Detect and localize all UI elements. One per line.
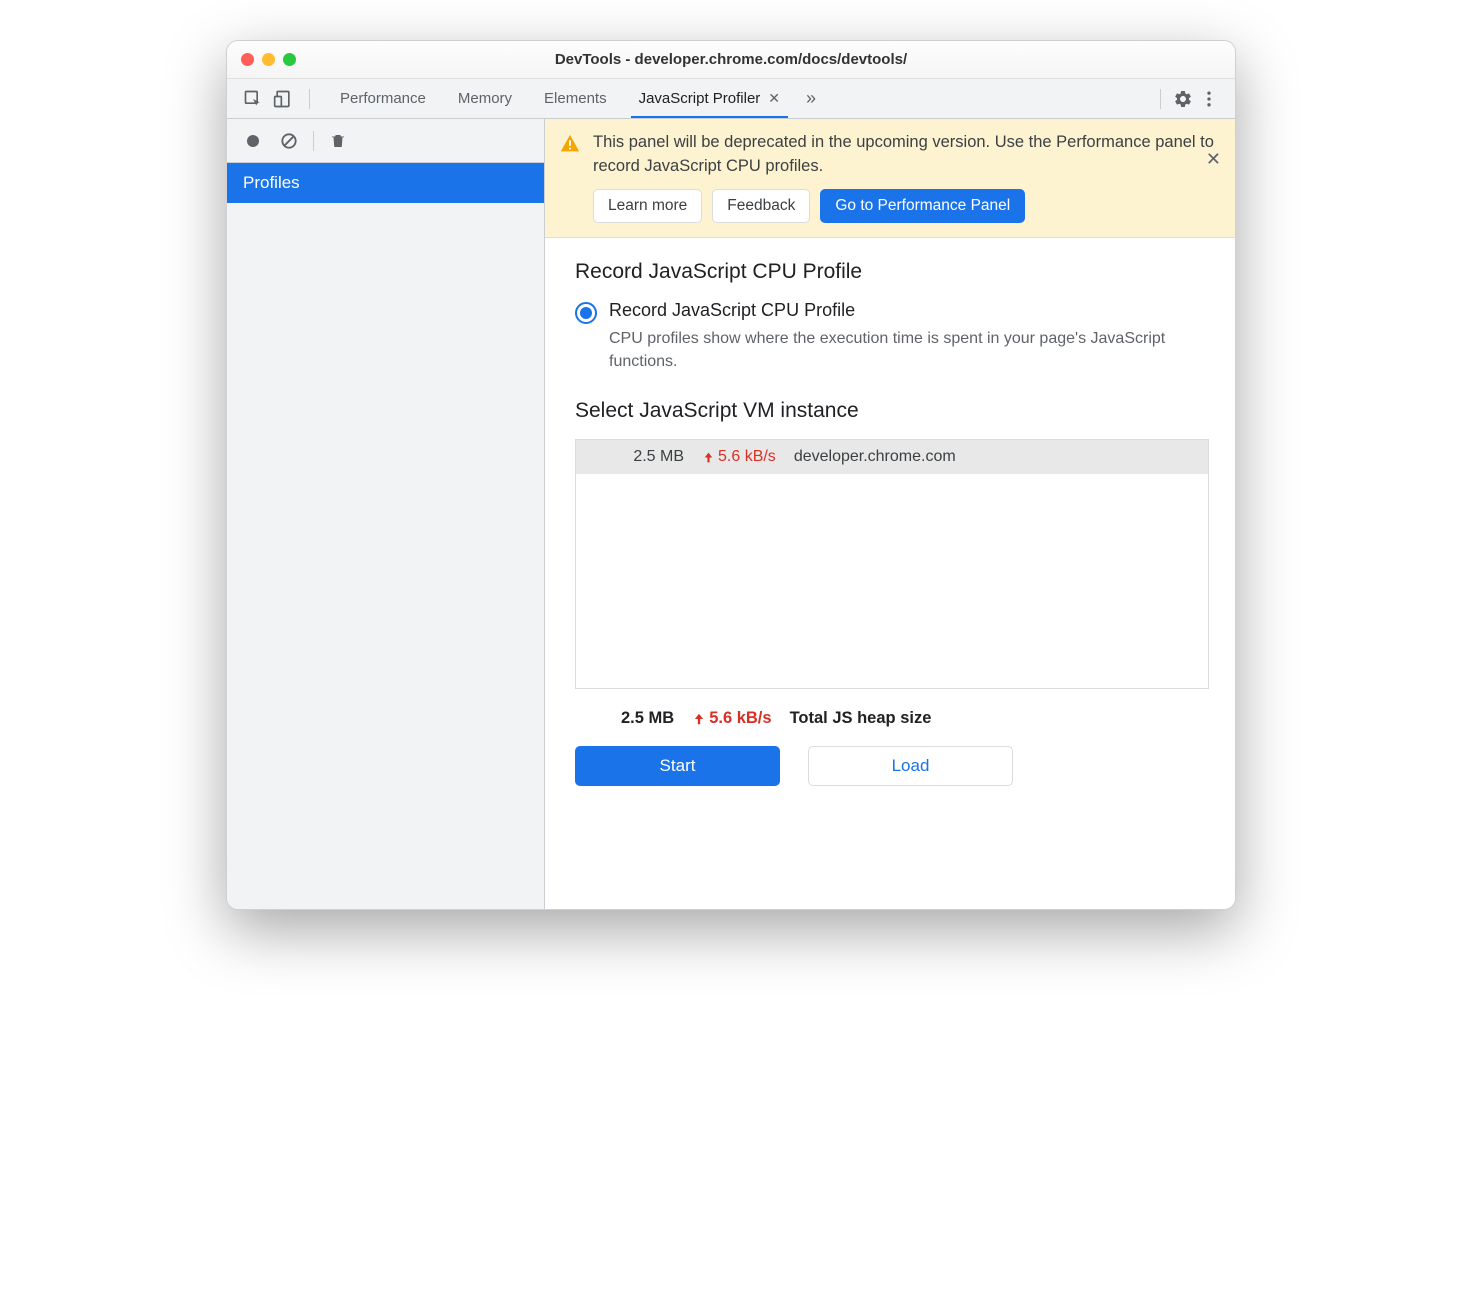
button-label: Start — [660, 756, 696, 776]
clear-button[interactable] — [273, 125, 305, 157]
totals-rate: 5.6 kB/s — [692, 709, 771, 728]
tab-label: JavaScript Profiler — [639, 90, 761, 107]
button-label: Learn more — [608, 197, 687, 215]
totals-size: 2.5 MB — [621, 709, 674, 728]
sidebar-item-profiles[interactable]: Profiles — [227, 163, 544, 203]
vm-url: developer.chrome.com — [794, 448, 956, 466]
arrow-up-icon — [692, 712, 706, 726]
tab-elements[interactable]: Elements — [528, 79, 623, 118]
button-label: Feedback — [727, 197, 795, 215]
gear-icon[interactable] — [1173, 89, 1193, 109]
totals-row: 2.5 MB 5.6 kB/s Total JS heap size — [575, 705, 1209, 746]
tab-performance[interactable]: Performance — [324, 79, 442, 118]
record-button[interactable] — [237, 125, 269, 157]
tab-label: Elements — [544, 90, 607, 107]
device-toolbar-icon[interactable] — [273, 89, 293, 109]
titlebar: DevTools - developer.chrome.com/docs/dev… — [227, 41, 1235, 79]
tab-label: Memory — [458, 90, 512, 107]
radio-icon — [575, 302, 597, 324]
kebab-menu-icon[interactable] — [1199, 89, 1219, 109]
totals-label: Total JS heap size — [790, 709, 932, 728]
tabs: Performance Memory Elements JavaScript P… — [324, 79, 796, 118]
profile-type-radio[interactable]: Record JavaScript CPU Profile CPU profil… — [575, 300, 1209, 373]
divider — [309, 89, 310, 109]
totals-rate-value: 5.6 kB/s — [709, 709, 771, 728]
action-row: Start Load — [575, 746, 1209, 786]
devtools-window: DevTools - developer.chrome.com/docs/dev… — [226, 40, 1236, 910]
divider — [1160, 89, 1161, 109]
content: Profiles This panel will be deprecated i… — [227, 119, 1235, 909]
banner-actions: Learn more Feedback Go to Performance Pa… — [593, 189, 1221, 223]
tabstrip: Performance Memory Elements JavaScript P… — [227, 79, 1235, 119]
button-label: Go to Performance Panel — [835, 197, 1010, 215]
panel-body: Record JavaScript CPU Profile Record Jav… — [545, 238, 1235, 909]
banner-body: This panel will be deprecated in the upc… — [593, 131, 1221, 223]
tab-label: Performance — [340, 90, 426, 107]
vm-instance-list: 2.5 MB 5.6 kB/s developer.chrome.com — [575, 439, 1209, 689]
learn-more-button[interactable]: Learn more — [593, 189, 702, 223]
main-panel: This panel will be deprecated in the upc… — [545, 119, 1235, 909]
sidebar: Profiles — [227, 119, 545, 909]
minimize-window-button[interactable] — [262, 53, 275, 66]
delete-button[interactable] — [322, 125, 354, 157]
tab-javascript-profiler[interactable]: JavaScript Profiler ✕ — [623, 79, 796, 118]
traffic-lights — [241, 53, 296, 66]
load-button[interactable]: Load — [808, 746, 1013, 786]
close-window-button[interactable] — [241, 53, 254, 66]
tabstrip-left — [235, 79, 324, 118]
goto-performance-button[interactable]: Go to Performance Panel — [820, 189, 1025, 223]
inspect-element-icon[interactable] — [243, 89, 263, 109]
banner-text: This panel will be deprecated in the upc… — [593, 131, 1221, 179]
vm-rate-value: 5.6 kB/s — [718, 448, 776, 466]
tabstrip-right — [1146, 79, 1227, 118]
tab-memory[interactable]: Memory — [442, 79, 528, 118]
radio-content: Record JavaScript CPU Profile CPU profil… — [609, 300, 1209, 373]
feedback-button[interactable]: Feedback — [712, 189, 810, 223]
close-icon[interactable]: ✕ — [1206, 149, 1221, 170]
window-title: DevTools - developer.chrome.com/docs/dev… — [227, 51, 1235, 68]
start-button[interactable]: Start — [575, 746, 780, 786]
radio-description: CPU profiles show where the execution ti… — [609, 327, 1209, 373]
vm-rate: 5.6 kB/s — [702, 448, 776, 466]
vm-size: 2.5 MB — [584, 448, 684, 466]
vm-instance-row[interactable]: 2.5 MB 5.6 kB/s developer.chrome.com — [576, 440, 1208, 474]
sidebar-toolbar — [227, 119, 544, 163]
arrow-up-icon — [702, 451, 715, 464]
maximize-window-button[interactable] — [283, 53, 296, 66]
button-label: Load — [892, 756, 930, 776]
sidebar-item-label: Profiles — [243, 173, 300, 192]
radio-label: Record JavaScript CPU Profile — [609, 300, 1209, 321]
close-icon[interactable]: ✕ — [768, 90, 780, 107]
deprecation-banner: This panel will be deprecated in the upc… — [545, 119, 1235, 238]
divider — [313, 131, 314, 151]
more-tabs-icon[interactable]: » — [796, 79, 826, 118]
record-section-title: Record JavaScript CPU Profile — [575, 260, 1209, 284]
warning-icon — [559, 133, 581, 155]
vm-section-title: Select JavaScript VM instance — [575, 399, 1209, 423]
